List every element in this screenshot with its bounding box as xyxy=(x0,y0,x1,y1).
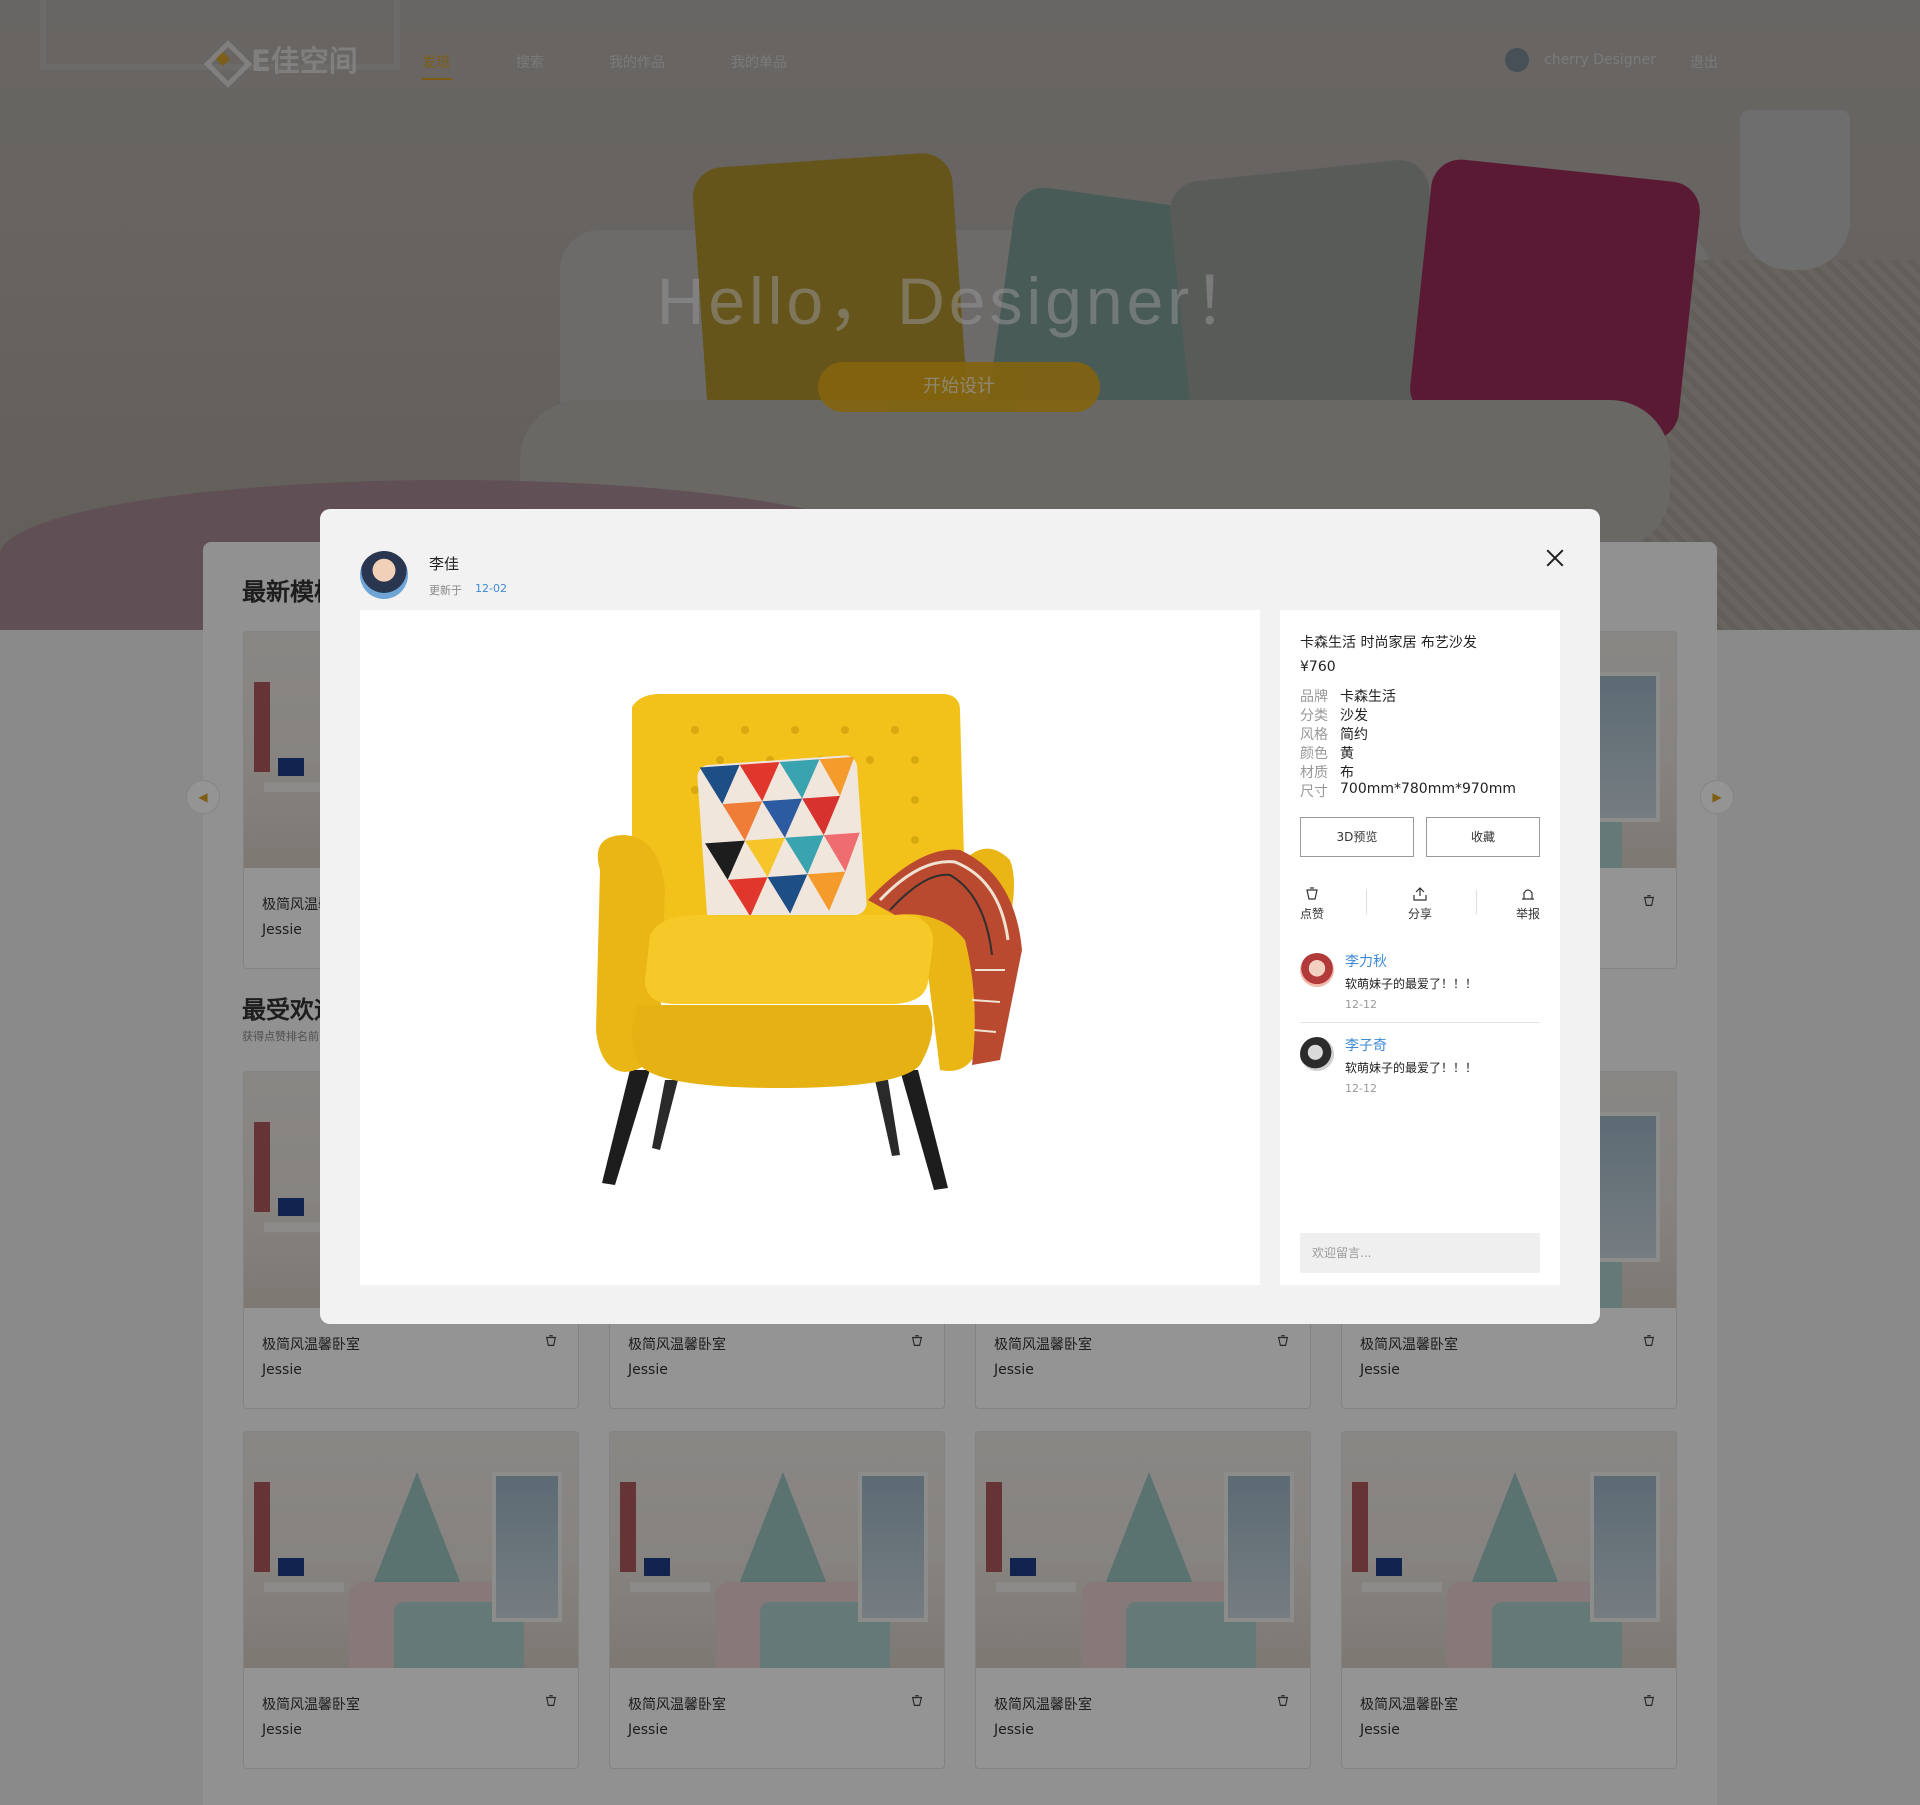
spec-row: 品牌 卡森生活 xyxy=(1300,686,1396,706)
favorite-button[interactable]: 收藏 xyxy=(1426,817,1540,857)
like-icon xyxy=(1306,887,1318,900)
author-name[interactable]: 李佳 xyxy=(429,553,459,574)
comment-text: 软萌妹子的最爱了！！！ xyxy=(1345,1061,1478,1075)
product-price: ¥760 xyxy=(1300,659,1336,675)
spec-key: 风格 xyxy=(1300,727,1328,743)
preview-3d-button[interactable]: 3D预览 xyxy=(1300,817,1414,857)
updated-label: 更新于 xyxy=(429,584,462,597)
author-avatar[interactable] xyxy=(360,551,408,599)
yellow-armchair-image xyxy=(596,694,1022,1190)
spec-value: 沙发 xyxy=(1340,708,1368,724)
product-modal: 李佳 更新于 12-02 卡森生活 时尚家居 布艺沙发 ¥760 品牌 卡森生活… xyxy=(320,509,1600,1324)
spec-value: 卡森生活 xyxy=(1340,689,1396,705)
share-action[interactable]: 分享 xyxy=(1400,887,1440,922)
alarm-icon xyxy=(1522,889,1534,900)
commenter-name[interactable]: 李子奇 xyxy=(1345,1035,1387,1055)
spec-row: 颜色黄 xyxy=(1300,743,1354,763)
action-divider xyxy=(1366,890,1367,914)
spec-key: 分类 xyxy=(1300,708,1328,724)
updated-date: 12-02 xyxy=(475,582,507,595)
share-icon xyxy=(1413,887,1427,901)
report-action[interactable]: 举报 xyxy=(1508,887,1548,922)
report-label: 举报 xyxy=(1515,907,1540,921)
commenter-name[interactable]: 李力秋 xyxy=(1345,951,1387,971)
commenter-avatar[interactable] xyxy=(1300,1037,1334,1071)
product-image xyxy=(360,610,1260,1285)
spec-value: 黄 xyxy=(1340,746,1354,762)
share-label: 分享 xyxy=(1407,907,1432,921)
spec-key: 尺寸 xyxy=(1300,784,1328,800)
spec-key: 颜色 xyxy=(1300,746,1328,762)
product-title: 卡森生活 时尚家居 布艺沙发 xyxy=(1300,635,1477,651)
comment-time: 12-12 xyxy=(1345,1082,1377,1095)
commenter-avatar[interactable] xyxy=(1300,953,1334,987)
like-label: 点赞 xyxy=(1299,907,1324,921)
comment-text: 软萌妹子的最爱了！！！ xyxy=(1345,977,1478,991)
product-info-panel: 卡森生活 时尚家居 布艺沙发 ¥760 品牌 卡森生活 分类 沙发 风格 简约 颜色黄材质布… xyxy=(1280,610,1560,1285)
spec-value: 700mm*780mm*970mm xyxy=(1340,781,1516,797)
comment-input[interactable] xyxy=(1300,1233,1540,1273)
spec-key: 品牌 xyxy=(1300,689,1328,705)
action-divider xyxy=(1476,890,1477,914)
spec-key: 材质 xyxy=(1300,765,1328,781)
comment-time: 12-12 xyxy=(1345,998,1377,1011)
comment-divider xyxy=(1300,1022,1540,1023)
spec-row: 分类 沙发 xyxy=(1300,705,1368,725)
close-icon[interactable] xyxy=(1540,543,1570,573)
spec-value: 简约 xyxy=(1340,727,1368,743)
like-action[interactable]: 点赞 xyxy=(1292,887,1332,922)
spec-row: 风格 简约 xyxy=(1300,724,1368,744)
spec-value: 布 xyxy=(1340,765,1354,781)
spec-row: 尺寸 700mm*780mm*970mm xyxy=(1300,781,1516,801)
spec-row: 材质布 xyxy=(1300,762,1354,782)
